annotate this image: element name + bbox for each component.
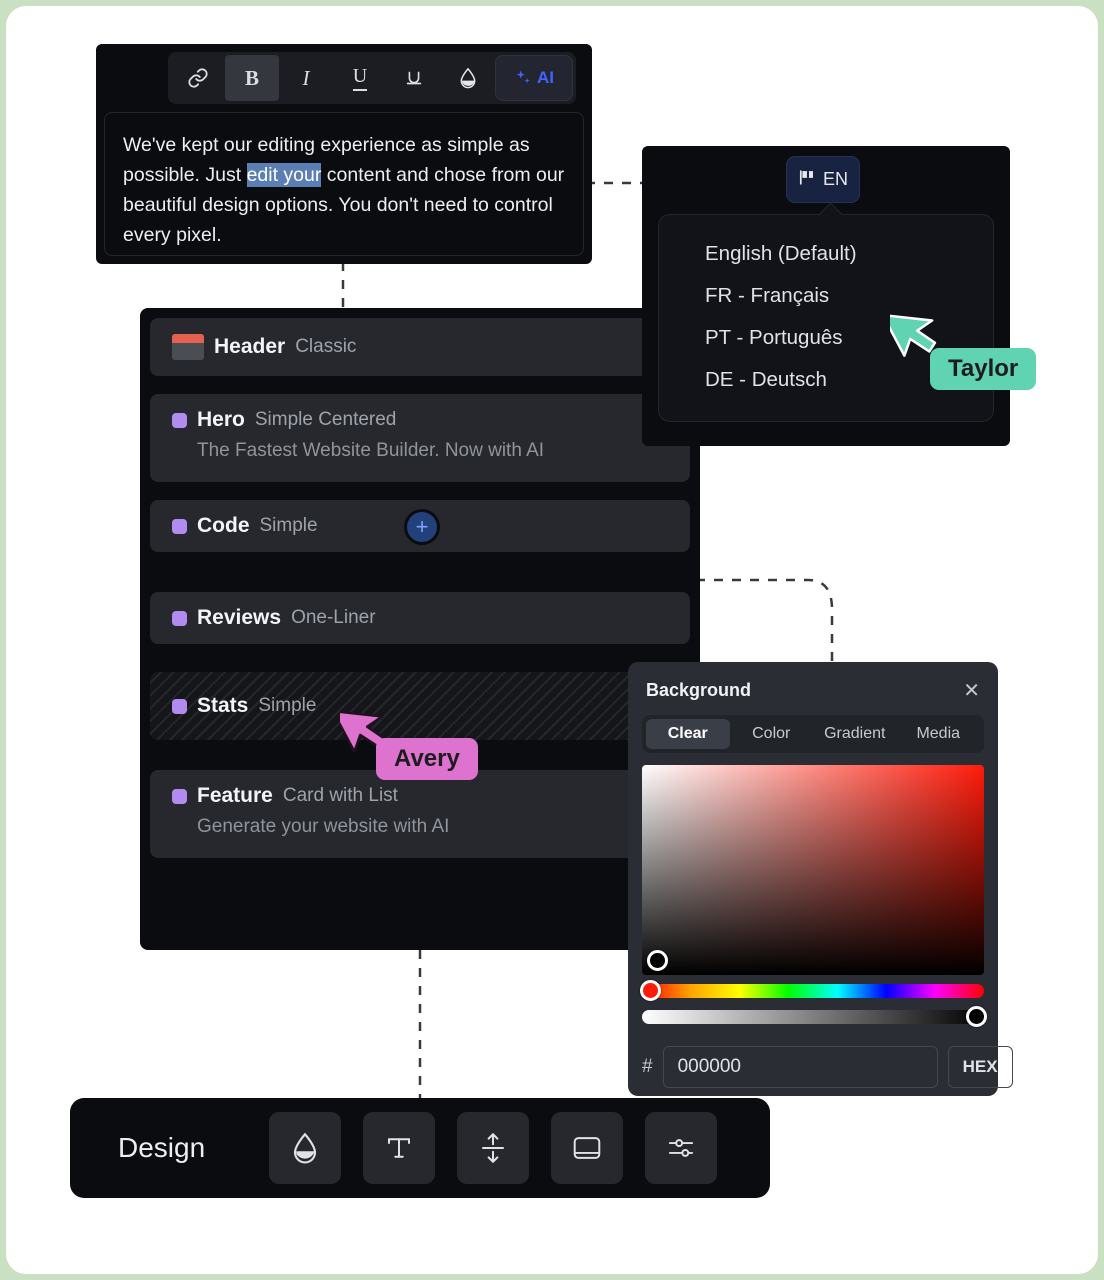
section-variant: Simple: [259, 515, 318, 536]
close-icon[interactable]: ✕: [963, 681, 980, 701]
dot-icon: [172, 518, 187, 534]
section-name: Reviews: [197, 606, 282, 629]
section-variant: Classic: [295, 336, 357, 357]
cursor-taylor: Taylor: [881, 302, 1037, 390]
section-row-feature[interactable]: Feature Card with List Generate your web…: [150, 770, 690, 858]
italic-icon[interactable]: I: [279, 55, 333, 101]
connector-sections-to-design: [418, 950, 422, 1100]
editor-text-selection: edit your: [246, 163, 322, 187]
design-toolbar: Design: [70, 1098, 770, 1198]
link-icon[interactable]: [171, 55, 225, 101]
canvas: B I U AI We've kept our editing experien…: [6, 6, 1098, 1274]
dot-icon: [172, 610, 187, 626]
section-variant: Simple Centered: [254, 409, 397, 430]
sections-list-card: Header Classic Hero Simple Centered The …: [140, 308, 700, 950]
section-row-hero[interactable]: Hero Simple Centered The Fastest Website…: [150, 394, 690, 482]
saturation-value-area[interactable]: [642, 765, 984, 975]
background-panel: Background ✕ Clear Color Gradient Media …: [628, 662, 1013, 1096]
cursor-label: Avery: [376, 738, 478, 780]
alpha-slider[interactable]: [642, 1010, 984, 1024]
alpha-slider-handle[interactable]: [966, 1006, 987, 1027]
hue-slider-handle[interactable]: [640, 980, 661, 1001]
design-toolbar-buttons: [269, 1112, 718, 1184]
hex-input-row: # HEX: [642, 1046, 1013, 1088]
section-name: Hero: [197, 408, 245, 431]
outer-frame: B I U AI We've kept our editing experien…: [0, 0, 1104, 1280]
bold-icon[interactable]: B: [225, 55, 279, 101]
tab-gradient[interactable]: Gradient: [813, 719, 897, 749]
section-row-header[interactable]: Header Classic: [150, 318, 690, 376]
connector-editor-to-sections: [341, 262, 345, 314]
layout-icon[interactable]: [551, 1112, 624, 1184]
hex-input[interactable]: [662, 1046, 938, 1088]
section-name: Feature: [197, 784, 273, 807]
language-option-en[interactable]: English (Default): [659, 233, 993, 275]
language-button-label: EN: [822, 169, 848, 189]
panel-title: Background: [646, 680, 752, 700]
section-subtitle: Generate your website with AI: [197, 816, 450, 837]
hue-slider-row: [640, 980, 984, 1001]
color-drop-icon[interactable]: [441, 55, 495, 101]
color-drop-icon[interactable]: [269, 1112, 342, 1184]
tab-media[interactable]: Media: [897, 719, 981, 749]
add-section-button[interactable]: +: [404, 509, 440, 545]
ai-button[interactable]: AI: [495, 55, 573, 101]
section-name: Header: [214, 335, 286, 358]
hash-symbol: #: [642, 1056, 653, 1077]
section-variant: One-Liner: [291, 607, 376, 628]
header-thumbnail-icon: [172, 334, 204, 360]
alpha-slider-row: [642, 1006, 987, 1027]
dot-icon: [172, 788, 187, 804]
background-tabs: Clear Color Gradient Media: [642, 715, 984, 753]
saturation-value-handle[interactable]: [647, 950, 668, 971]
strikethrough-icon[interactable]: [387, 55, 441, 101]
section-subtitle: The Fastest Website Builder. Now with AI: [197, 440, 545, 461]
tab-color[interactable]: Color: [730, 719, 814, 749]
spacing-icon[interactable]: [457, 1112, 530, 1184]
language-card: EN English (Default) FR - Français PT - …: [642, 146, 1010, 446]
section-variant: Simple: [258, 695, 317, 716]
section-variant: Card with List: [282, 785, 398, 806]
section-row-reviews[interactable]: Reviews One-Liner: [150, 592, 690, 644]
typography-icon[interactable]: [363, 1112, 436, 1184]
settings-icon[interactable]: [645, 1112, 718, 1184]
text-editor-card: B I U AI We've kept our editing experien…: [96, 44, 592, 264]
underline-icon[interactable]: U: [333, 55, 387, 101]
hue-slider[interactable]: [642, 984, 984, 998]
flag-icon: [798, 169, 817, 191]
section-name: Stats: [197, 694, 249, 717]
editor-text-body[interactable]: We've kept our editing experience as sim…: [104, 112, 584, 256]
section-row-stats[interactable]: Stats Simple: [150, 672, 690, 740]
rich-text-toolbar: B I U AI: [168, 52, 576, 104]
section-name: Code: [197, 514, 250, 537]
color-mode-button[interactable]: HEX: [947, 1046, 1013, 1088]
dot-icon: [172, 412, 187, 428]
cursor-avery: Avery: [331, 698, 478, 780]
design-label: Design: [118, 1132, 206, 1163]
dot-icon: [172, 698, 187, 714]
tab-clear[interactable]: Clear: [646, 719, 730, 749]
background-panel-header: Background ✕: [642, 676, 984, 701]
ai-label: AI: [537, 68, 554, 87]
cursor-label: Taylor: [930, 348, 1037, 390]
language-switcher-button[interactable]: EN: [786, 156, 860, 203]
